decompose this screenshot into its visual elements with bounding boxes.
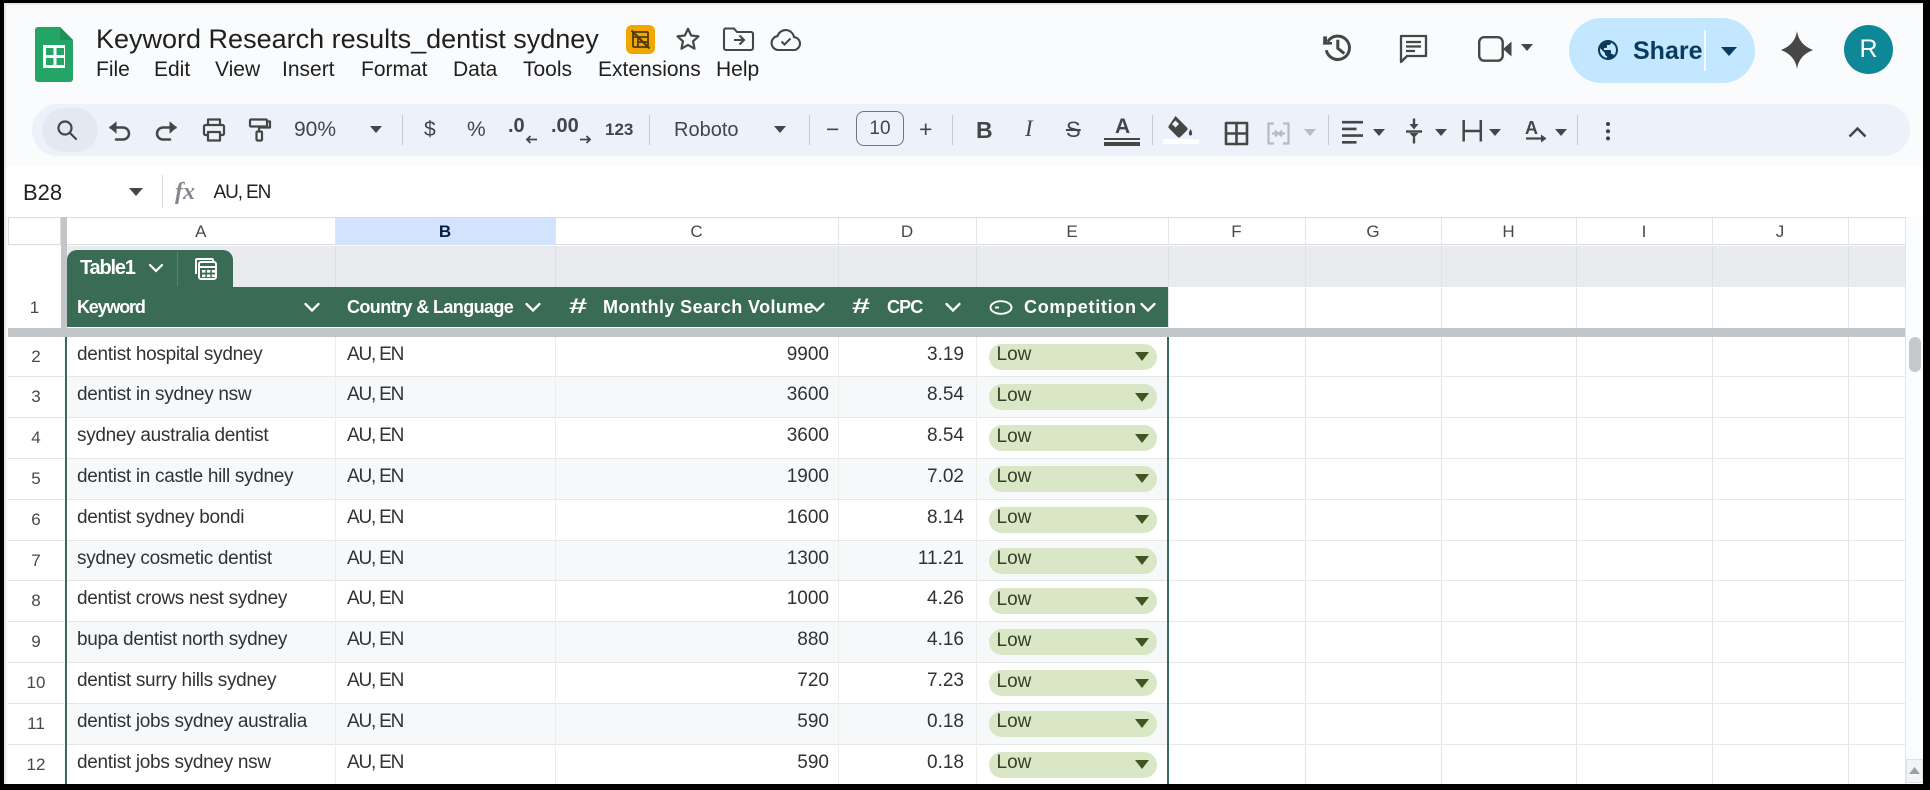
svg-text:A: A (1525, 118, 1538, 138)
